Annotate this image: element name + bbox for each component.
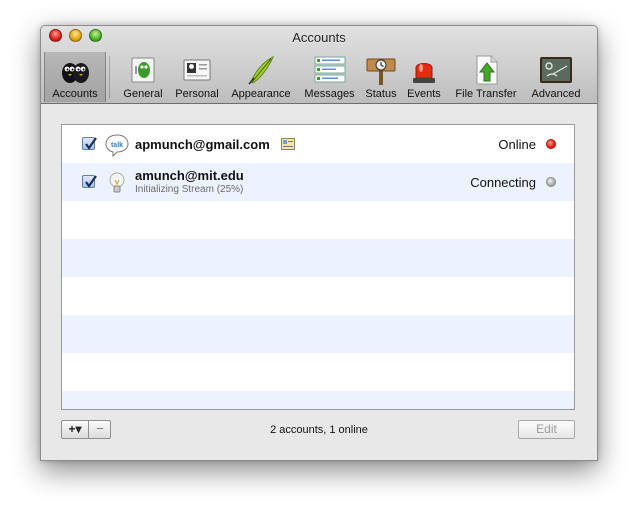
toolbar-label: Accounts xyxy=(52,88,98,100)
toolbar-label: File Transfer xyxy=(455,88,517,100)
jabber-bulb-icon xyxy=(109,172,125,193)
empty-row xyxy=(62,353,574,391)
toolbar-separator xyxy=(109,56,110,98)
toolbar-label: Events xyxy=(407,88,441,100)
account-status: Connecting xyxy=(470,175,536,190)
empty-row xyxy=(62,201,574,239)
account-name: apmunch@gmail.com xyxy=(135,137,270,152)
status-indicator-icon xyxy=(546,177,556,187)
toolbar-tab-messages[interactable]: Messages xyxy=(300,52,359,102)
preferences-window: Accounts Accounts General Personal Appea… xyxy=(40,25,598,461)
advanced-icon xyxy=(540,57,572,83)
empty-row xyxy=(62,239,574,277)
screenshot-root: Accounts Accounts General Personal Appea… xyxy=(0,0,638,515)
table-row[interactable]: amunch@mit.edu Initializing Stream (25%)… xyxy=(62,163,574,201)
toolbar-tab-status[interactable]: Status xyxy=(362,52,400,102)
toolbar-label: Advanced xyxy=(531,88,581,100)
window-title: Accounts xyxy=(292,30,346,45)
toolbar-label: Appearance xyxy=(231,88,291,100)
account-connection-progress: Initializing Stream (25%) xyxy=(135,184,244,195)
toolbar-tab-general[interactable]: General xyxy=(119,52,167,102)
svg-text:talk: talk xyxy=(111,142,123,149)
accounts-icon xyxy=(62,63,89,83)
window-toolbar: Accounts Accounts General Personal Appea… xyxy=(41,26,597,104)
toolbar-tab-events[interactable]: Events xyxy=(403,52,445,102)
account-enabled-checkbox[interactable] xyxy=(82,137,97,150)
messages-icon xyxy=(314,56,345,83)
toolbar-label: Personal xyxy=(175,88,219,100)
accounts-list[interactable]: talk apmunch@gmail.com Online amunch@mit… xyxy=(61,124,575,410)
account-enabled-checkbox[interactable] xyxy=(82,175,97,188)
toolbar-tab-personal[interactable]: Personal xyxy=(170,52,224,102)
empty-row xyxy=(62,277,574,315)
general-icon xyxy=(131,57,155,83)
table-row[interactable]: talk apmunch@gmail.com Online xyxy=(62,125,574,163)
appearance-icon xyxy=(248,55,275,85)
toolbar-tab-accounts[interactable]: Accounts xyxy=(44,52,106,102)
toolbar-label: General xyxy=(123,88,163,100)
toolbar-tab-appearance[interactable]: Appearance xyxy=(227,52,295,102)
checkmark-icon xyxy=(85,175,97,188)
account-name: amunch@mit.edu xyxy=(135,168,244,183)
events-icon xyxy=(413,63,435,83)
checkmark-icon xyxy=(85,137,97,150)
toolbar-tab-file-transfer[interactable]: File Transfer xyxy=(449,52,523,102)
empty-row xyxy=(62,315,574,353)
status-indicator-icon xyxy=(546,139,556,149)
toolbar-label: Status xyxy=(365,88,397,100)
contact-card-icon[interactable] xyxy=(281,138,295,150)
personal-icon xyxy=(183,59,211,81)
file-transfer-icon xyxy=(476,55,498,85)
status-icon xyxy=(366,58,396,85)
accounts-summary: 2 accounts, 1 online xyxy=(270,424,368,436)
empty-row xyxy=(62,391,574,409)
toolbar-tab-advanced[interactable]: Advanced xyxy=(526,52,586,102)
edit-account-button[interactable]: Edit xyxy=(518,420,575,439)
account-status: Online xyxy=(498,137,536,152)
toolbar-label: Messages xyxy=(304,88,355,100)
gtalk-icon: talk xyxy=(105,134,129,157)
